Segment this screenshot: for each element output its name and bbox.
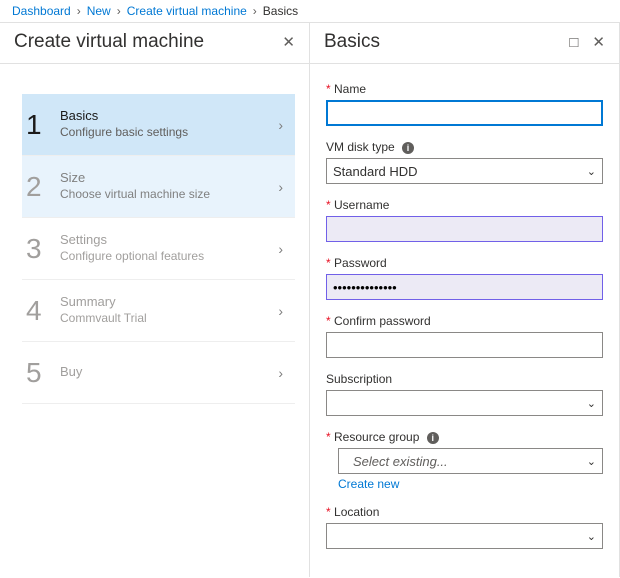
- step-title: Summary: [60, 294, 278, 311]
- maximize-icon[interactable]: □: [569, 35, 578, 50]
- breadcrumb-current: Basics: [263, 4, 298, 18]
- subscription-select[interactable]: ⌄: [326, 390, 603, 416]
- step-basics[interactable]: 1 Basics Configure basic settings ›: [22, 94, 295, 156]
- chevron-down-icon: ⌄: [587, 165, 596, 178]
- chevron-down-icon: ⌄: [587, 530, 596, 543]
- chevron-right-icon: ›: [77, 4, 81, 18]
- step-settings[interactable]: 3 Settings Configure optional features ›: [22, 218, 295, 280]
- select-value: Select existing...: [353, 454, 448, 469]
- confirm-password-label: Confirm password: [326, 314, 603, 328]
- info-icon[interactable]: i: [427, 432, 439, 444]
- chevron-right-icon: ›: [278, 117, 283, 133]
- step-subtitle: Commvault Trial: [60, 311, 278, 327]
- subscription-label: Subscription: [326, 372, 603, 386]
- name-input[interactable]: [326, 100, 603, 126]
- step-buy[interactable]: 5 Buy ›: [22, 342, 295, 404]
- step-subtitle: Choose virtual machine size: [60, 187, 278, 203]
- breadcrumb-create-vm[interactable]: Create virtual machine: [127, 4, 247, 18]
- step-subtitle: Configure basic settings: [60, 125, 278, 141]
- breadcrumb-new[interactable]: New: [87, 4, 111, 18]
- chevron-right-icon: ›: [278, 241, 283, 257]
- username-label: Username: [326, 198, 603, 212]
- chevron-down-icon: ⌄: [587, 455, 596, 468]
- close-icon[interactable]: ✕: [282, 35, 295, 50]
- step-number: 1: [26, 109, 60, 141]
- step-number: 5: [26, 357, 60, 389]
- create-vm-blade: Create virtual machine ✕ 1 Basics Config…: [0, 23, 310, 577]
- resource-group-label: Resource group i: [326, 430, 603, 444]
- location-select[interactable]: ⌄: [326, 523, 603, 549]
- chevron-right-icon: ›: [253, 4, 257, 18]
- vm-disk-type-select[interactable]: Standard HDD ⌄: [326, 158, 603, 184]
- select-value: Standard HDD: [333, 164, 418, 179]
- step-title: Settings: [60, 232, 278, 249]
- breadcrumb: Dashboard › New › Create virtual machine…: [0, 0, 620, 23]
- chevron-right-icon: ›: [278, 365, 283, 381]
- password-input[interactable]: [326, 274, 603, 300]
- chevron-down-icon: ⌄: [587, 397, 596, 410]
- step-number: 4: [26, 295, 60, 327]
- chevron-right-icon: ›: [278, 303, 283, 319]
- step-number: 2: [26, 171, 60, 203]
- location-label: Location: [326, 505, 603, 519]
- blade-title: Basics: [324, 31, 380, 53]
- chevron-right-icon: ›: [117, 4, 121, 18]
- vm-disk-type-label: VM disk type i: [326, 140, 603, 154]
- chevron-right-icon: ›: [278, 179, 283, 195]
- password-label: Password: [326, 256, 603, 270]
- resource-group-select[interactable]: Select existing... ⌄: [338, 448, 603, 474]
- step-title: Basics: [60, 108, 278, 125]
- confirm-password-input[interactable]: [326, 332, 603, 358]
- info-icon[interactable]: i: [402, 142, 414, 154]
- step-number: 3: [26, 233, 60, 265]
- breadcrumb-dashboard[interactable]: Dashboard: [12, 4, 71, 18]
- close-icon[interactable]: ✕: [592, 35, 605, 50]
- basics-blade: Basics □ ✕ Name VM disk type i Standard …: [310, 23, 620, 577]
- step-subtitle: Configure optional features: [60, 249, 278, 265]
- step-title: Size: [60, 170, 278, 187]
- step-summary[interactable]: 4 Summary Commvault Trial ›: [22, 280, 295, 342]
- create-new-link[interactable]: Create new: [338, 477, 399, 491]
- blade-title: Create virtual machine: [14, 31, 204, 53]
- step-title: Buy: [60, 364, 278, 381]
- username-input[interactable]: [326, 216, 603, 242]
- name-label: Name: [326, 82, 603, 96]
- step-size[interactable]: 2 Size Choose virtual machine size ›: [22, 156, 295, 218]
